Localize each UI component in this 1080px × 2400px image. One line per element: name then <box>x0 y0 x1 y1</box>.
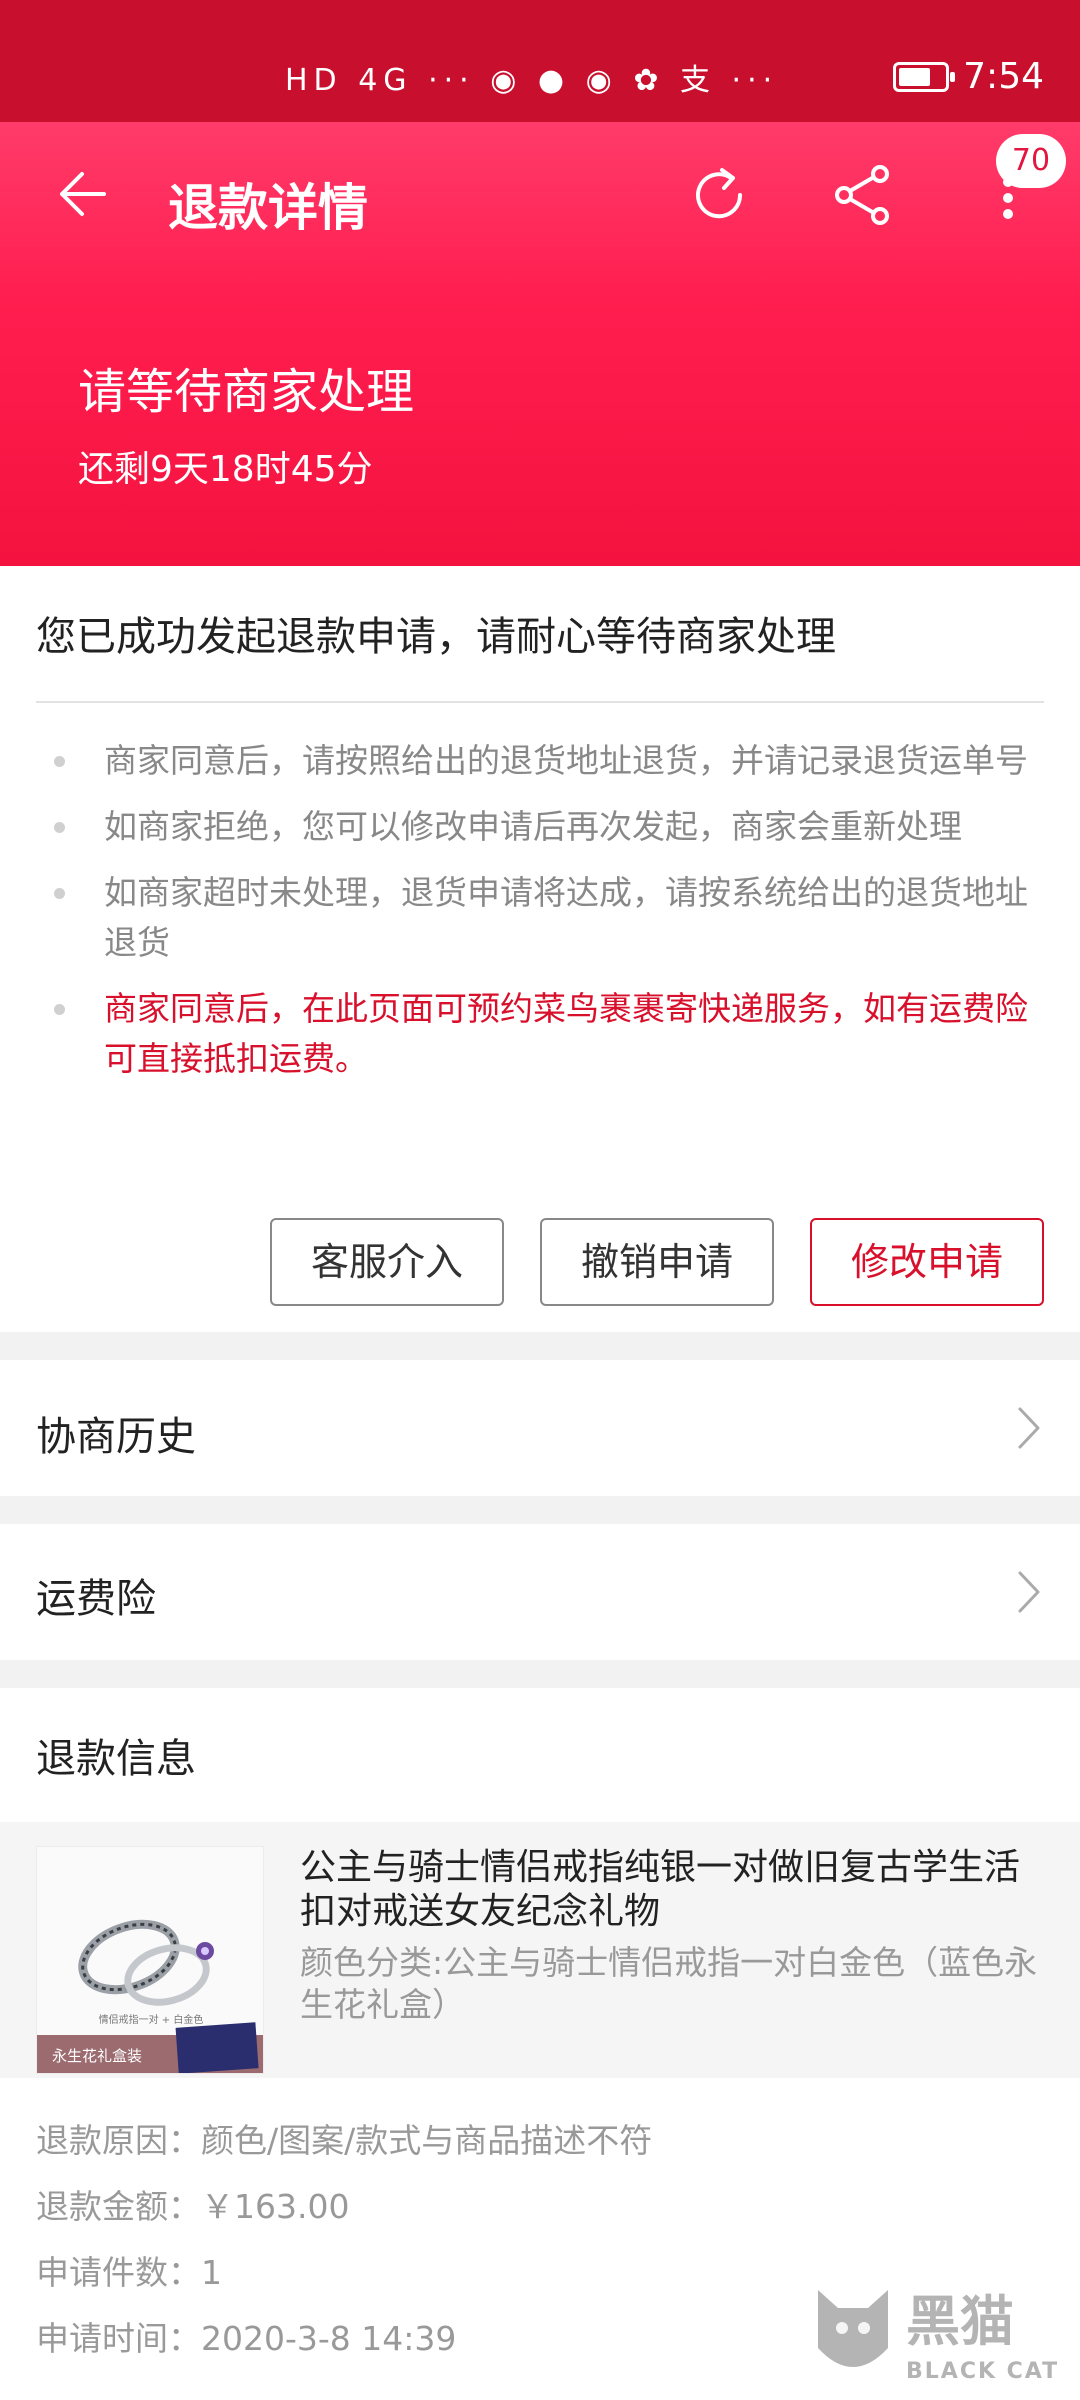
countdown-text: 还剩9天18时45分 <box>78 449 373 490</box>
thumb-subtitle: 情侣戒指一对 + 白金色 <box>99 2013 204 2026</box>
negotiation-history-row[interactable]: 协商历史 <box>0 1360 1080 1496</box>
status-right: 7:54 <box>893 56 1044 97</box>
notice-card: 您已成功发起退款申请，请耐心等待商家处理 商家同意后，请按照给出的退货地址退货，… <box>0 566 1080 1332</box>
request-count: 申请件数：1 <box>36 2253 222 2292</box>
black-cat-watermark-logo: 黑猫 BLACK CAT <box>818 2290 1058 2384</box>
section-title: 退款信息 <box>36 1736 196 1782</box>
chevron-right-icon <box>1018 1407 1040 1449</box>
tip-item: 如商家超时未处理，退货申请将达成，请按系统给出的退货地址退货 <box>36 868 1046 968</box>
product-thumbnail[interactable]: 情侣戒指一对 + 白金色 永生花礼盒装 <box>36 1846 264 2074</box>
refresh-icon[interactable] <box>686 162 752 228</box>
message-badge: 70 <box>996 134 1066 188</box>
tips-list: 商家同意后，请按照给出的退货地址退货，并请记录退货运单号 如商家拒绝，您可以修改… <box>36 736 1046 1100</box>
status-bar: HD 4G ··· ◉ ● ◉ ✿ 支 ··· 7:54 <box>0 0 1080 122</box>
chevron-right-icon <box>1018 1571 1040 1613</box>
product-spec: 颜色分类:公主与骑士情侣戒指一对白金色（蓝色永生花礼盒） <box>300 1943 1038 2024</box>
row-label: 运费险 <box>36 1576 156 1622</box>
rings-image: 情侣戒指一对 + 白金色 永生花礼盒装 <box>37 1847 263 2073</box>
nav-bar: 退款详情 70 <box>0 122 1080 272</box>
refund-reason: 退款原因：颜色/图案/款式与商品描述不符 <box>36 2121 653 2160</box>
tip-item: 如商家拒绝，您可以修改申请后再次发起，商家会重新处理 <box>36 802 1046 852</box>
customer-service-button[interactable]: 客服介入 <box>270 1218 504 1306</box>
notification-icons: HD 4G ··· ◉ ● ◉ ✿ 支 ··· <box>285 63 779 98</box>
product-card[interactable]: 情侣戒指一对 + 白金色 永生花礼盒装 公主与骑士情侣戒指纯银一对做旧复古学生活… <box>0 1822 1080 2078</box>
battery-icon <box>893 61 956 92</box>
thumb-caption: 永生花礼盒装 <box>52 2047 142 2065</box>
cancel-request-button[interactable]: 撤销申请 <box>540 1218 774 1306</box>
request-time: 申请时间：2020-3-8 14:39 <box>36 2319 457 2358</box>
tip-item: 商家同意后，请按照给出的退货地址退货，并请记录退货运单号 <box>36 736 1046 786</box>
refund-amount: 退款金额：￥163.00 <box>36 2187 350 2226</box>
page-title: 退款详情 <box>168 179 368 237</box>
refund-details: 退款原因：颜色/图案/款式与商品描述不符 退款金额：￥163.00 申请件数：1… <box>36 2108 652 2372</box>
notice-headline: 您已成功发起退款申请，请耐心等待商家处理 <box>36 614 836 660</box>
share-icon[interactable] <box>830 162 896 228</box>
status-header: 退款详情 70 请等待商家处理 还剩9天18时45分 <box>0 122 1080 566</box>
svg-text:BLACK CAT: BLACK CAT <box>906 2359 1058 2384</box>
modify-request-button[interactable]: 修改申请 <box>810 1218 1044 1306</box>
back-arrow-icon[interactable] <box>52 166 108 222</box>
tip-item-highlight: 商家同意后，在此页面可预约菜鸟裹裹寄快递服务，如有运费险可直接抵扣运费。 <box>36 984 1046 1084</box>
status-title: 请等待商家处理 <box>78 364 415 420</box>
clock: 7:54 <box>963 56 1044 97</box>
shipping-insurance-row[interactable]: 运费险 <box>0 1524 1080 1660</box>
divider <box>36 701 1044 703</box>
product-name[interactable]: 公主与骑士情侣戒指纯银一对做旧复古学生活扣对戒送女友纪念礼物 <box>300 1846 1050 1934</box>
row-label: 协商历史 <box>36 1414 196 1460</box>
svg-text:黑猫: 黑猫 <box>906 2290 1014 2353</box>
